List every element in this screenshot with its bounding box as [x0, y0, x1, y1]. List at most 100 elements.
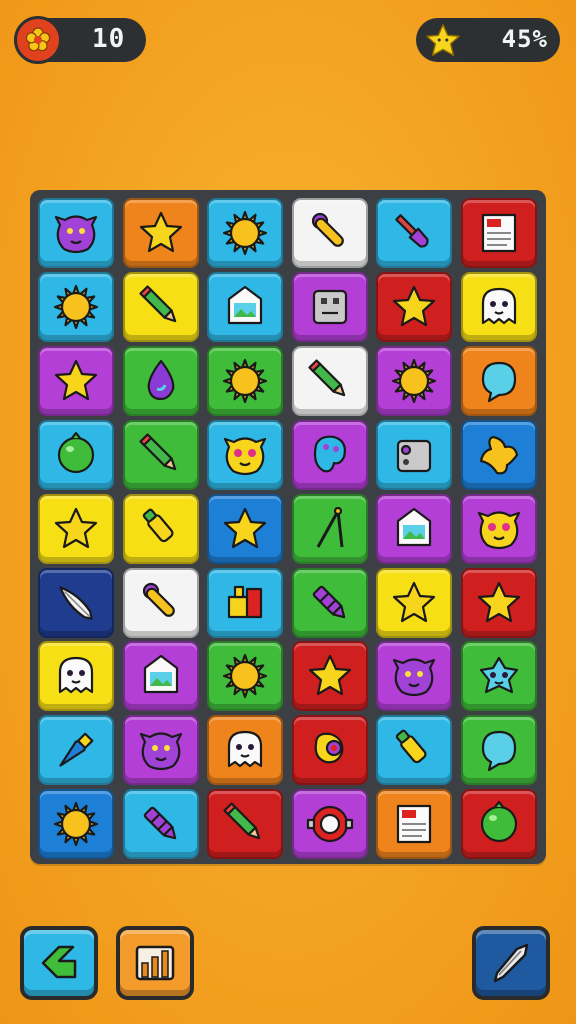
star-icon — [139, 211, 182, 253]
tile-ghost[interactable] — [38, 641, 114, 712]
star-icon — [223, 507, 267, 548]
tile-pencil[interactable] — [122, 419, 199, 490]
tile-green-ball[interactable] — [38, 419, 114, 490]
tile-star[interactable] — [38, 493, 114, 564]
sun-icon — [53, 802, 99, 847]
bar-chart-icon — [135, 945, 175, 981]
back-button[interactable] — [20, 926, 98, 1000]
tile-blob[interactable] — [460, 419, 537, 490]
tile-star-monster[interactable] — [460, 641, 537, 712]
tile-picture-frame[interactable] — [122, 641, 199, 712]
robot-box-icon — [312, 289, 347, 324]
water-drop-icon — [147, 359, 174, 400]
tile-document[interactable] — [376, 789, 452, 860]
tile-paint-tube[interactable] — [291, 715, 368, 786]
tool-button[interactable] — [472, 926, 550, 1000]
purple-monster-icon — [54, 215, 98, 254]
star-icon — [54, 359, 98, 400]
tile-pencil[interactable] — [291, 345, 368, 416]
stats-button[interactable] — [116, 926, 194, 1000]
tile-picture-frame[interactable] — [207, 271, 283, 342]
tile-sun[interactable] — [38, 789, 114, 860]
speech-bubble-icon — [481, 361, 516, 402]
document-icon — [396, 805, 432, 844]
star-icon — [392, 581, 436, 622]
tile-sun[interactable] — [207, 345, 283, 416]
tile-ghost[interactable] — [460, 271, 537, 342]
tile-marker[interactable] — [376, 715, 452, 786]
paint-palette-icon — [313, 435, 346, 473]
tile-yellow-monster[interactable] — [207, 419, 283, 490]
tile-paint-palette[interactable] — [291, 419, 368, 490]
tile-water-drop[interactable] — [122, 345, 199, 416]
tile-sun[interactable] — [207, 641, 283, 712]
pencil-icon — [307, 359, 345, 397]
tile-picture-frame[interactable] — [376, 493, 452, 564]
tile-speech-bubble[interactable] — [460, 715, 537, 786]
blob-icon — [479, 435, 518, 475]
tile-star[interactable] — [291, 641, 368, 712]
tile-robot-box[interactable] — [291, 271, 368, 342]
tile-pencil[interactable] — [122, 271, 199, 342]
tile-sun[interactable] — [38, 271, 114, 342]
tile-crayon[interactable] — [122, 789, 199, 860]
game-board — [30, 190, 546, 864]
quill-icon — [493, 943, 529, 983]
star-icon — [392, 285, 436, 326]
ghost-icon — [481, 287, 516, 324]
feather-quill-icon — [59, 585, 93, 620]
tile-purple-monster[interactable] — [122, 715, 199, 786]
tile-ghost[interactable] — [207, 715, 283, 786]
chevron-left-icon — [41, 945, 77, 979]
tile-pencil[interactable] — [207, 789, 283, 860]
tile-paint-roller[interactable] — [122, 567, 199, 638]
tile-tape-roll[interactable] — [291, 789, 368, 860]
ghost-icon — [227, 731, 263, 768]
tile-star[interactable] — [122, 198, 199, 268]
tile-paint-set[interactable] — [207, 567, 283, 638]
marker-icon — [142, 508, 174, 542]
tile-purple-monster[interactable] — [38, 198, 114, 268]
tile-document[interactable] — [460, 198, 537, 268]
yellow-monster-icon — [223, 437, 267, 475]
green-ball-icon — [57, 431, 95, 473]
tile-paintbrush[interactable] — [376, 198, 452, 268]
compass-icon — [316, 506, 343, 548]
tile-star[interactable] — [460, 567, 537, 638]
paint-roller-icon — [142, 582, 175, 617]
tile-camera-box[interactable] — [376, 419, 452, 490]
tile-marker[interactable] — [122, 493, 199, 564]
tile-star[interactable] — [207, 493, 283, 564]
tile-feather-quill[interactable] — [38, 567, 114, 638]
tile-crayon[interactable] — [291, 567, 368, 638]
tile-green-ball[interactable] — [460, 789, 537, 860]
paint-tube-icon — [314, 732, 343, 764]
sun-icon — [222, 358, 268, 403]
crayon-icon — [312, 585, 345, 618]
tile-pen-nib[interactable] — [38, 715, 114, 786]
pencil-icon — [138, 433, 176, 470]
star-monster-icon — [479, 657, 518, 694]
sun-icon — [222, 210, 268, 256]
tile-sun[interactable] — [376, 345, 452, 416]
yellow-monster-icon — [477, 510, 520, 549]
progress-percent: 45% — [501, 25, 548, 53]
paintbrush-icon — [395, 214, 429, 248]
tile-paint-roller[interactable] — [291, 198, 368, 268]
paint-roller-icon — [311, 212, 344, 247]
tile-star[interactable] — [38, 345, 114, 416]
tile-purple-monster[interactable] — [376, 641, 452, 712]
tile-sun[interactable] — [207, 198, 283, 268]
camera-box-icon — [396, 439, 432, 472]
pen-nib-icon — [59, 732, 94, 767]
sun-icon — [391, 358, 437, 403]
tile-compass[interactable] — [291, 493, 368, 564]
tile-star[interactable] — [376, 567, 452, 638]
star-icon — [477, 581, 520, 622]
speech-bubble-icon — [481, 731, 516, 772]
tile-yellow-monster[interactable] — [460, 493, 537, 564]
tile-speech-bubble[interactable] — [460, 345, 537, 416]
tile-star[interactable] — [376, 271, 452, 342]
coin-count: 10 — [92, 24, 126, 54]
pencil-icon — [138, 285, 176, 323]
